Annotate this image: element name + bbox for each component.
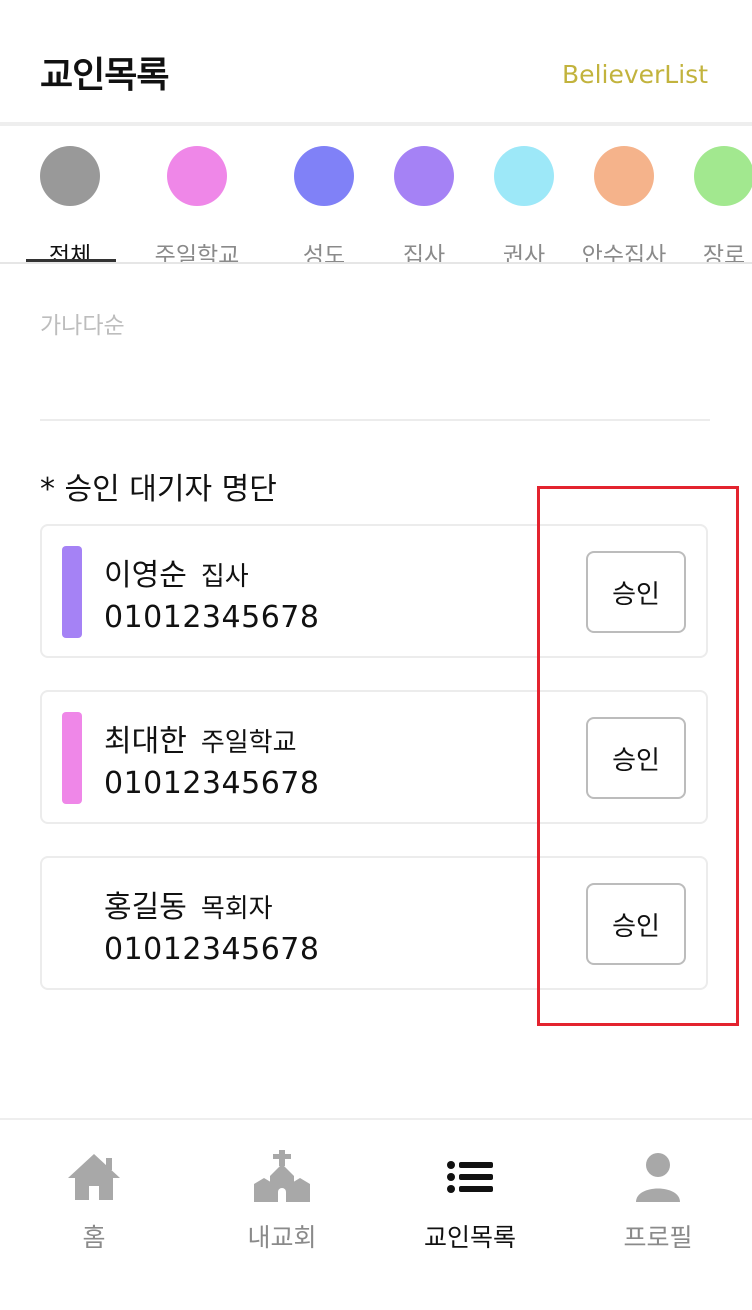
category-dot <box>294 146 354 206</box>
person-icon <box>636 1153 680 1202</box>
category-elder[interactable]: 장로 <box>664 146 752 264</box>
category-label: 장로 <box>702 243 746 264</box>
member-role: 주일학교 <box>200 728 297 758</box>
header: 교인목록 BelieverList <box>0 0 752 124</box>
member-role: 목회자 <box>200 894 273 924</box>
category-dot <box>594 146 654 206</box>
sort-selector[interactable]: 가나다순 <box>40 306 125 340</box>
category-dot <box>167 146 227 206</box>
category-label: 주일학교 <box>154 243 240 264</box>
nav-my-church[interactable]: 내교회 <box>188 1150 376 1260</box>
nav-believer-list[interactable]: 교인목록 <box>376 1150 564 1260</box>
nav-label: 홈 <box>82 1223 106 1252</box>
church-icon <box>254 1150 310 1202</box>
category-all[interactable]: 전체 <box>10 146 130 264</box>
home-icon <box>68 1154 120 1200</box>
category-filter: 전체 주일학교 성도 집사 권사 안수집사 장로 <box>0 126 752 264</box>
role-color-bar <box>62 712 82 804</box>
category-dot <box>494 146 554 206</box>
nav-home[interactable]: 홈 <box>0 1150 188 1260</box>
bottom-navigation: 홈 내교회 교인목록 프로필 <box>0 1118 752 1310</box>
member-phone: 01012345678 <box>104 600 320 635</box>
member-name: 홍길동 <box>104 890 187 925</box>
nav-profile[interactable]: 프로필 <box>564 1150 752 1260</box>
member-role: 집사 <box>200 562 249 592</box>
highlight-annotation <box>537 486 739 1026</box>
nav-label: 내교회 <box>247 1223 317 1252</box>
member-name-line: 최대한 주일학교 <box>104 716 297 760</box>
sort-divider <box>40 419 710 421</box>
member-name: 이영순 <box>104 558 187 593</box>
category-sunday-school[interactable]: 주일학교 <box>137 146 257 264</box>
member-name-line: 이영순 집사 <box>104 550 249 594</box>
member-phone: 01012345678 <box>104 932 320 967</box>
role-color-bar <box>62 546 82 638</box>
member-name: 최대한 <box>104 724 187 759</box>
pending-section-title: * 승인 대기자 명단 <box>40 472 277 507</box>
member-phone: 01012345678 <box>104 766 320 801</box>
category-dot <box>394 146 454 206</box>
header-subtitle: BelieverList <box>562 60 708 89</box>
nav-label: 교인목록 <box>423 1223 516 1252</box>
nav-label: 프로필 <box>623 1223 693 1252</box>
list-icon <box>447 1161 493 1193</box>
page-title: 교인목록 <box>40 55 169 96</box>
category-dot <box>694 146 752 206</box>
category-divider <box>0 262 752 264</box>
member-name-line: 홍길동 목회자 <box>104 882 273 926</box>
category-dot <box>40 146 100 206</box>
